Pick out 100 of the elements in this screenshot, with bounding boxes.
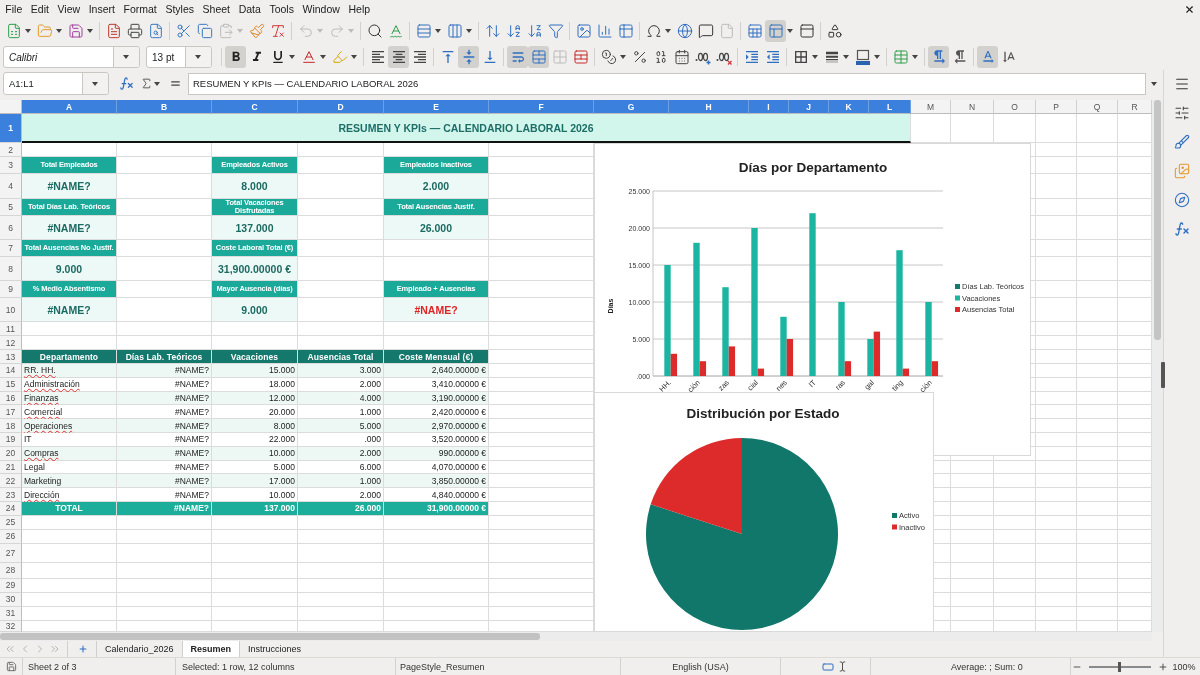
row-header[interactable]: 3 (0, 157, 22, 174)
menu-item[interactable]: View (53, 1, 85, 17)
horizontal-scrollbar[interactable] (0, 632, 1152, 641)
row-header[interactable]: 14 (0, 364, 22, 378)
sliders-icon[interactable] (1174, 105, 1190, 121)
menu-item[interactable]: Window (298, 1, 345, 17)
column-header[interactable]: B (117, 100, 212, 114)
font-size-field[interactable]: 13 pt (146, 46, 212, 68)
caret-icon[interactable] (25, 29, 31, 33)
menu-item[interactable]: Data (234, 1, 266, 17)
column-header[interactable]: A (22, 100, 117, 114)
function-wizard-icon[interactable] (119, 76, 134, 91)
zoom-in-icon[interactable] (1157, 661, 1168, 672)
caret-icon[interactable] (466, 29, 472, 33)
sheet-tab[interactable]: Instrucciones (239, 641, 310, 657)
brush-icon[interactable] (1174, 134, 1190, 150)
font-size-dropdown[interactable] (185, 47, 211, 67)
caret-icon[interactable] (87, 29, 93, 33)
column-header[interactable]: F (489, 100, 594, 114)
caret-icon[interactable] (912, 55, 918, 59)
caret-icon[interactable] (435, 29, 441, 33)
column-header[interactable]: H (669, 100, 749, 114)
sheet-tab[interactable]: Calendario_2026 (96, 641, 182, 657)
font-name-field[interactable]: Calibri (3, 46, 140, 68)
menu-item[interactable]: File (1, 1, 27, 17)
column-header[interactable]: E (384, 100, 489, 114)
menu-item[interactable]: Help (344, 1, 375, 17)
caret-icon[interactable] (843, 55, 849, 59)
compass-icon[interactable] (1174, 192, 1190, 208)
row-header[interactable]: 5 (0, 199, 22, 216)
menu-item[interactable]: Edit (26, 1, 54, 17)
caret-icon[interactable] (665, 29, 671, 33)
selection-mode-icon[interactable] (822, 660, 834, 673)
caret-icon[interactable] (874, 55, 880, 59)
column-header[interactable]: J (789, 100, 829, 114)
column-header[interactable]: M (911, 100, 951, 114)
sidebar-handle[interactable] (1161, 362, 1165, 388)
row-header[interactable]: 11 (0, 322, 22, 336)
column-header[interactable]: O (994, 100, 1036, 114)
selection-summary: Average: ; Sum: 0 (951, 661, 1023, 672)
close-icon[interactable] (1184, 3, 1195, 15)
row-header[interactable]: 8 (0, 257, 22, 281)
column-header[interactable]: P (1036, 100, 1077, 114)
caret-icon[interactable] (56, 29, 62, 33)
zoom-slider-thumb[interactable] (1118, 661, 1121, 672)
name-box-dropdown[interactable] (82, 73, 108, 94)
row-header[interactable]: 1 (0, 114, 22, 143)
table-cell: RR. HH. (22, 364, 117, 378)
caret-icon[interactable] (620, 55, 626, 59)
row-header[interactable]: 4 (0, 174, 22, 199)
scrollbar-thumb[interactable] (0, 633, 540, 640)
caret-icon[interactable] (1151, 81, 1157, 86)
caret-icon[interactable] (351, 55, 357, 59)
column-header[interactable]: R (1118, 100, 1152, 114)
column-header[interactable]: D (298, 100, 384, 114)
row-header[interactable]: 7 (0, 240, 22, 257)
column-header[interactable]: C (212, 100, 298, 114)
row-header[interactable]: 6 (0, 216, 22, 240)
column-header[interactable]: K (829, 100, 869, 114)
text-cursor-icon[interactable] (837, 661, 848, 672)
row-header[interactable]: 12 (0, 336, 22, 350)
row-header[interactable]: 9 (0, 281, 22, 298)
formula-input[interactable]: RESUMEN Y KPIs — CALENDARIO LABORAL 2026 (188, 72, 1146, 95)
table-cell: #NAME? (117, 364, 212, 378)
caret-icon[interactable] (289, 55, 295, 59)
caret-icon[interactable] (787, 29, 793, 33)
font-name-dropdown[interactable] (113, 47, 139, 67)
column-header[interactable]: Q (1077, 100, 1118, 114)
language[interactable]: English (USA) (672, 661, 729, 672)
menu-item[interactable]: Insert (84, 1, 120, 17)
row-header[interactable]: 18 (0, 419, 22, 433)
column-header[interactable]: G (594, 100, 669, 114)
row-header[interactable]: 10 (0, 298, 22, 322)
caret-icon[interactable] (320, 55, 326, 59)
row-header[interactable]: 13 (0, 350, 22, 364)
menu-item[interactable]: Styles (161, 1, 199, 17)
name-box[interactable]: A1:L1 (3, 72, 109, 95)
page-style[interactable]: PageStyle_Resumen (400, 661, 485, 672)
menu-item[interactable]: Format (119, 1, 162, 17)
column-header[interactable]: L (869, 100, 911, 114)
selection-info: Selected: 1 row, 12 columns (182, 661, 295, 672)
caret-icon[interactable] (812, 55, 818, 59)
menu-item[interactable]: Sheet (198, 1, 235, 17)
column-header[interactable]: I (749, 100, 789, 114)
row-header[interactable]: 32 (0, 620, 22, 632)
save-icon[interactable] (5, 661, 17, 672)
row-header[interactable]: 17 (0, 405, 22, 420)
menu-icon[interactable] (1174, 76, 1190, 92)
row-header[interactable]: 2 (0, 143, 22, 157)
scrollbar-thumb[interactable] (1154, 100, 1161, 340)
vertical-scrollbar[interactable] (1152, 100, 1163, 632)
menu-item[interactable]: Tools (265, 1, 299, 17)
caret-icon[interactable] (154, 81, 160, 86)
sheet-tab[interactable]: Resumen (181, 641, 240, 657)
function-icon[interactable] (1174, 221, 1190, 237)
row-header[interactable]: 22 (0, 474, 22, 489)
plus-icon[interactable] (78, 644, 88, 654)
zoom-percent[interactable]: 100% (1172, 661, 1196, 672)
column-header[interactable]: N (951, 100, 994, 114)
row-header[interactable]: 23 (0, 488, 22, 502)
